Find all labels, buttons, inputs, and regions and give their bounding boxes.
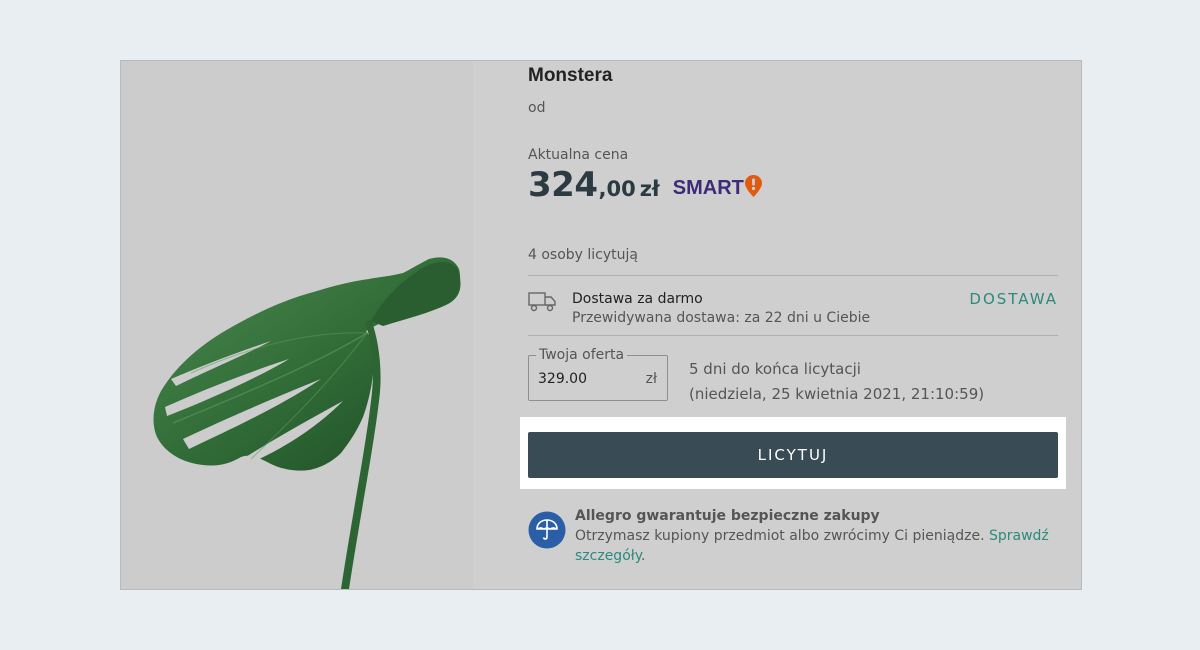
truck-icon	[528, 289, 556, 317]
auction-end-date: (niedziela, 25 kwietnia 2021, 21:10:59)	[689, 385, 985, 403]
guarantee-title: Allegro gwarantuje bezpieczne zakupy	[575, 508, 880, 524]
auction-remaining: 5 dni do końca licytacji	[689, 360, 861, 378]
divider	[528, 335, 1058, 336]
offer-input[interactable]	[538, 371, 638, 387]
price: 324,00 zł SMART	[528, 165, 762, 205]
exclamation-pin-icon	[744, 174, 762, 203]
umbrella-icon	[528, 511, 566, 553]
product-card: Monstera od Aktualna cena 324,00 zł SMART…	[120, 60, 1082, 590]
bid-button-highlight: LICYTUJ	[520, 417, 1066, 489]
offer-currency: zł	[645, 371, 657, 387]
product-info: Monstera od Aktualna cena 324,00 zł SMART…	[528, 61, 1058, 589]
price-decimal: ,00	[598, 177, 636, 201]
delivery-title: Dostawa za darmo	[572, 291, 703, 307]
price-label: Aktualna cena	[528, 147, 629, 163]
guarantee-text: Otrzymasz kupiony przedmiot albo zwrócim…	[575, 526, 1061, 566]
price-integer: 324	[528, 165, 598, 205]
smart-label: SMART	[672, 177, 744, 199]
product-title: Monstera	[528, 65, 613, 86]
product-image[interactable]	[121, 61, 473, 589]
guarantee-body: Otrzymasz kupiony przedmiot albo zwrócim…	[575, 528, 985, 544]
delivery-link[interactable]: DOSTAWA	[969, 290, 1058, 308]
guarantee-tail: .	[641, 548, 646, 564]
offer-label: Twoja oferta	[536, 347, 628, 363]
delivery-estimate: Przewidywana dostawa: za 22 dni u Ciebie	[572, 310, 871, 326]
bidders-count: 4 osoby licytują	[528, 247, 638, 263]
price-currency: zł	[639, 177, 660, 201]
smart-badge[interactable]: SMART	[672, 174, 762, 203]
bid-button[interactable]: LICYTUJ	[528, 432, 1058, 478]
divider	[528, 275, 1058, 276]
seller-line: od	[528, 100, 546, 116]
offer-field[interactable]: Twoja oferta zł	[528, 347, 668, 401]
monstera-leaf-image	[153, 257, 461, 589]
